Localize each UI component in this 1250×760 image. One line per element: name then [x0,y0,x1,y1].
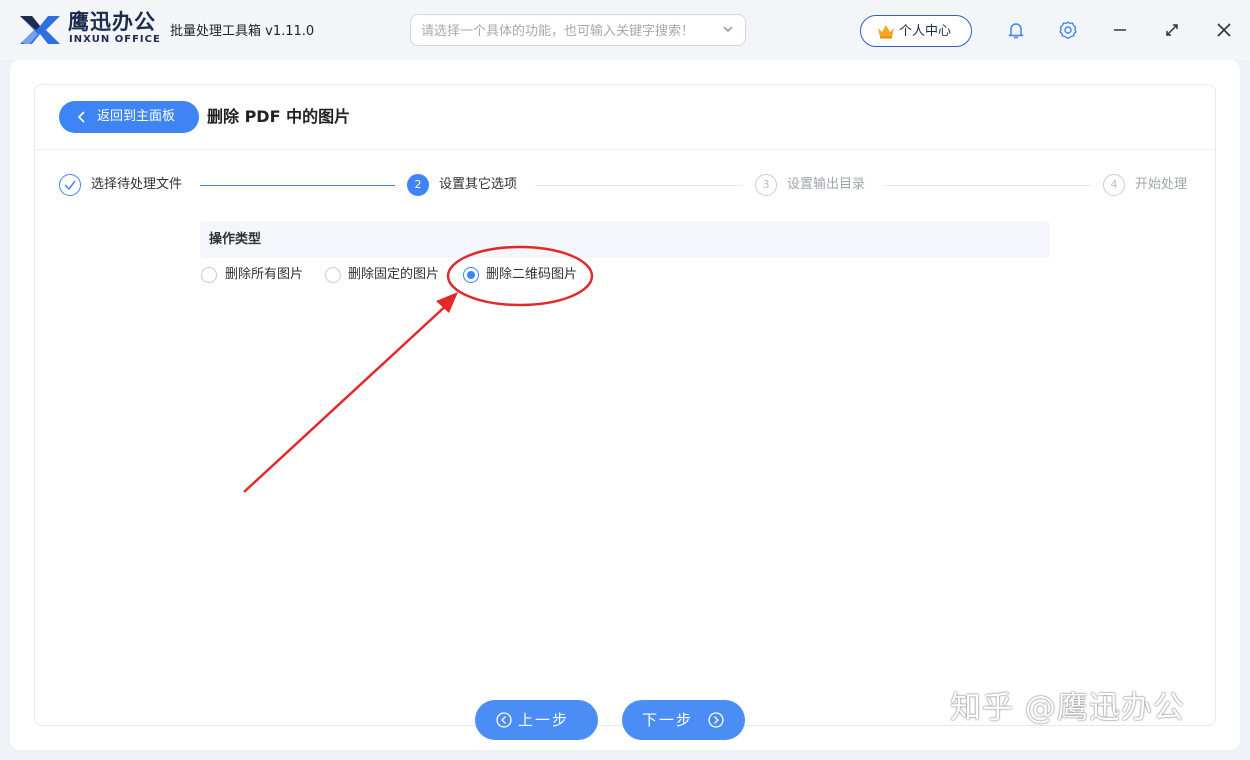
brand-name: 鹰迅办公 [68,10,156,34]
radio-label-delete-all-images[interactable]: 删除所有图片 [225,266,303,284]
step-2-label: 设置其它选项 [439,177,518,192]
step-connector-3 [883,185,1091,186]
inxun-logo-icon [20,16,60,46]
radio-delete-qrcode-images[interactable] [463,267,479,283]
minimize-icon[interactable] [1110,20,1130,40]
close-icon[interactable] [1214,20,1234,40]
operation-type-header: 操作类型 [200,221,1050,258]
content-card [34,84,1216,726]
previous-step-label: 上一步 [518,711,570,729]
crown-icon [878,25,894,39]
next-step-button[interactable]: 下一步 [622,700,745,740]
user-center-button[interactable]: 个人中心 [860,15,972,47]
gear-icon[interactable] [1058,20,1078,40]
brand-name-en: INXUN OFFICE [69,34,161,45]
maximize-icon[interactable] [1162,20,1182,40]
radio-delete-fixed-images[interactable] [325,267,341,283]
chevron-left-icon [77,111,85,123]
back-button-label: 返回到主面板 [97,109,176,124]
radio-delete-all-images[interactable] [201,267,217,283]
step-4-indicator: 4 [1103,174,1125,196]
chevron-right-circle-icon [708,712,724,728]
header-divider [35,149,1215,150]
chevron-down-icon[interactable] [721,22,735,36]
previous-step-button[interactable]: 上一步 [475,700,598,740]
user-center-label: 个人中心 [899,24,952,39]
app-title: 批量处理工具箱 v1.11.0 [170,24,315,39]
radio-label-delete-qrcode-images[interactable]: 删除二维码图片 [486,266,577,284]
step-connector-2 [535,185,743,186]
step-connector-1 [200,185,395,186]
function-search-box[interactable] [410,14,746,46]
title-bar: 鹰迅办公 INXUN OFFICE 批量处理工具箱 v1.11.0 个人中心 [0,0,1250,60]
step-3-indicator: 3 [755,174,777,196]
operation-type-title: 操作类型 [209,232,262,247]
page-title: 删除 PDF 中的图片 [207,107,351,126]
step-2-indicator: 2 [407,174,429,196]
watermark: 知乎 @鹰迅办公 [950,690,1185,726]
step-4-label: 开始处理 [1135,177,1188,192]
step-3-label: 设置输出目录 [787,177,866,192]
radio-label-delete-fixed-images[interactable]: 删除固定的图片 [348,266,439,284]
check-icon [64,180,76,191]
step-1-indicator [59,174,81,196]
search-input[interactable] [421,21,716,41]
step-1-label: 选择待处理文件 [91,177,183,192]
chevron-left-circle-icon [496,712,512,728]
next-step-label: 下一步 [642,711,694,729]
bell-icon[interactable] [1006,20,1026,40]
back-to-main-button[interactable]: 返回到主面板 [59,101,199,133]
